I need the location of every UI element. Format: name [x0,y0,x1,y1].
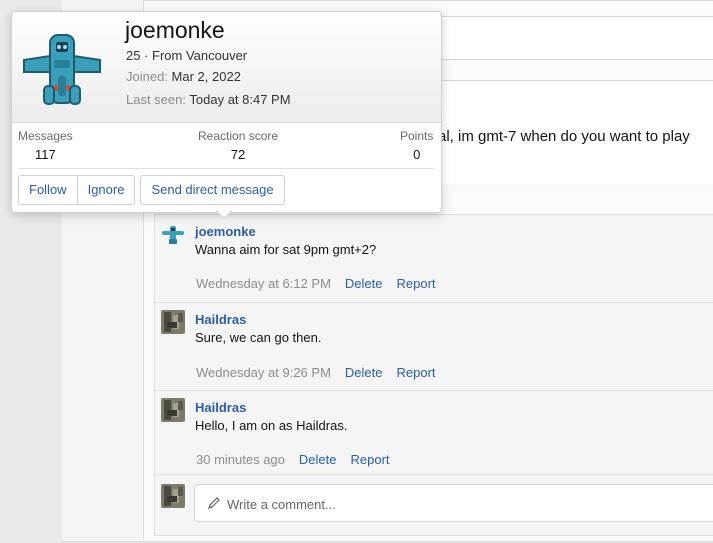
last-seen-label: Last seen: [126,92,186,107]
comment-author[interactable]: Haildras [195,312,246,327]
report-link[interactable]: Report [396,276,435,291]
comment-author[interactable]: joemonke [195,224,256,239]
member-actions: Follow Ignore Send direct message [18,175,285,205]
comment-item: joemonke Wanna aim for sat 9pm gmt+2? We… [154,214,713,302]
delete-link[interactable]: Delete [345,276,383,291]
comment-item: Haildras Hello, I am on as Haildras. 30 … [154,390,713,475]
send-direct-message-button[interactable]: Send direct message [140,175,285,205]
stat-label: Messages [18,129,73,143]
comment-time[interactable]: 30 minutes ago [196,452,285,467]
stat-label: Reaction score [198,129,279,143]
stat-value[interactable]: 117 [18,147,73,162]
comment-author[interactable]: Haildras [195,400,246,415]
comment-meta: Wednesday at 6:12 PM Delete Report [196,276,436,291]
delete-link[interactable]: Delete [299,452,337,467]
comment-body: Hello, I am on as Haildras. [195,418,348,433]
member-last-seen: Last seen: Today at 8:47 PM [126,92,291,107]
report-link[interactable]: Report [396,365,435,380]
member-age-location: 25 · From Vancouver [126,48,248,63]
comment-body: Sure, we can go then. [195,330,322,345]
member-username[interactable]: joemonke [125,17,225,44]
follow-button[interactable]: Follow [18,175,78,205]
delete-link[interactable]: Delete [345,365,383,380]
stat-value: 72 [230,147,246,162]
comment-time[interactable]: Wednesday at 6:12 PM [196,276,331,291]
member-tooltip-card: joemonke 25 · From Vancouver Joined: Mar… [11,11,442,213]
comment-input[interactable] [225,491,699,517]
member-avatar[interactable] [20,30,104,110]
previous-post-box [424,16,713,60]
joined-label: Joined: [126,69,168,84]
stat-value[interactable]: 0 [400,147,433,162]
avatar[interactable] [161,223,185,247]
divider [18,168,434,169]
tooltip-arrow [216,210,232,218]
comment-time[interactable]: Wednesday at 9:26 PM [196,365,331,380]
avatar[interactable] [161,310,185,334]
stat-reaction-score: Reaction score 72 [198,129,278,162]
comment-meta: Wednesday at 9:26 PM Delete Report [196,365,436,380]
ignore-button[interactable]: Ignore [77,175,136,205]
avatar [161,484,185,508]
member-joined: Joined: Mar 2, 2022 [126,69,241,84]
stat-messages: Messages 117 [18,129,73,162]
post-text: al, im gmt-7 when do you want to play [438,128,690,145]
stat-label: Points [400,129,434,143]
joined-value: Mar 2, 2022 [171,69,241,84]
pencil-icon [207,496,221,510]
stat-points: Points 0 [400,129,433,162]
comment-body: Wanna aim for sat 9pm gmt+2? [195,242,377,257]
avatar[interactable] [161,398,185,422]
comment-input-box[interactable] [194,484,713,522]
report-link[interactable]: Report [350,452,389,467]
comment-meta: 30 minutes ago Delete Report [196,452,390,467]
last-seen-value: Today at 8:47 PM [189,92,291,107]
comment-item: Haildras Sure, we can go then. Wednesday… [154,302,713,391]
